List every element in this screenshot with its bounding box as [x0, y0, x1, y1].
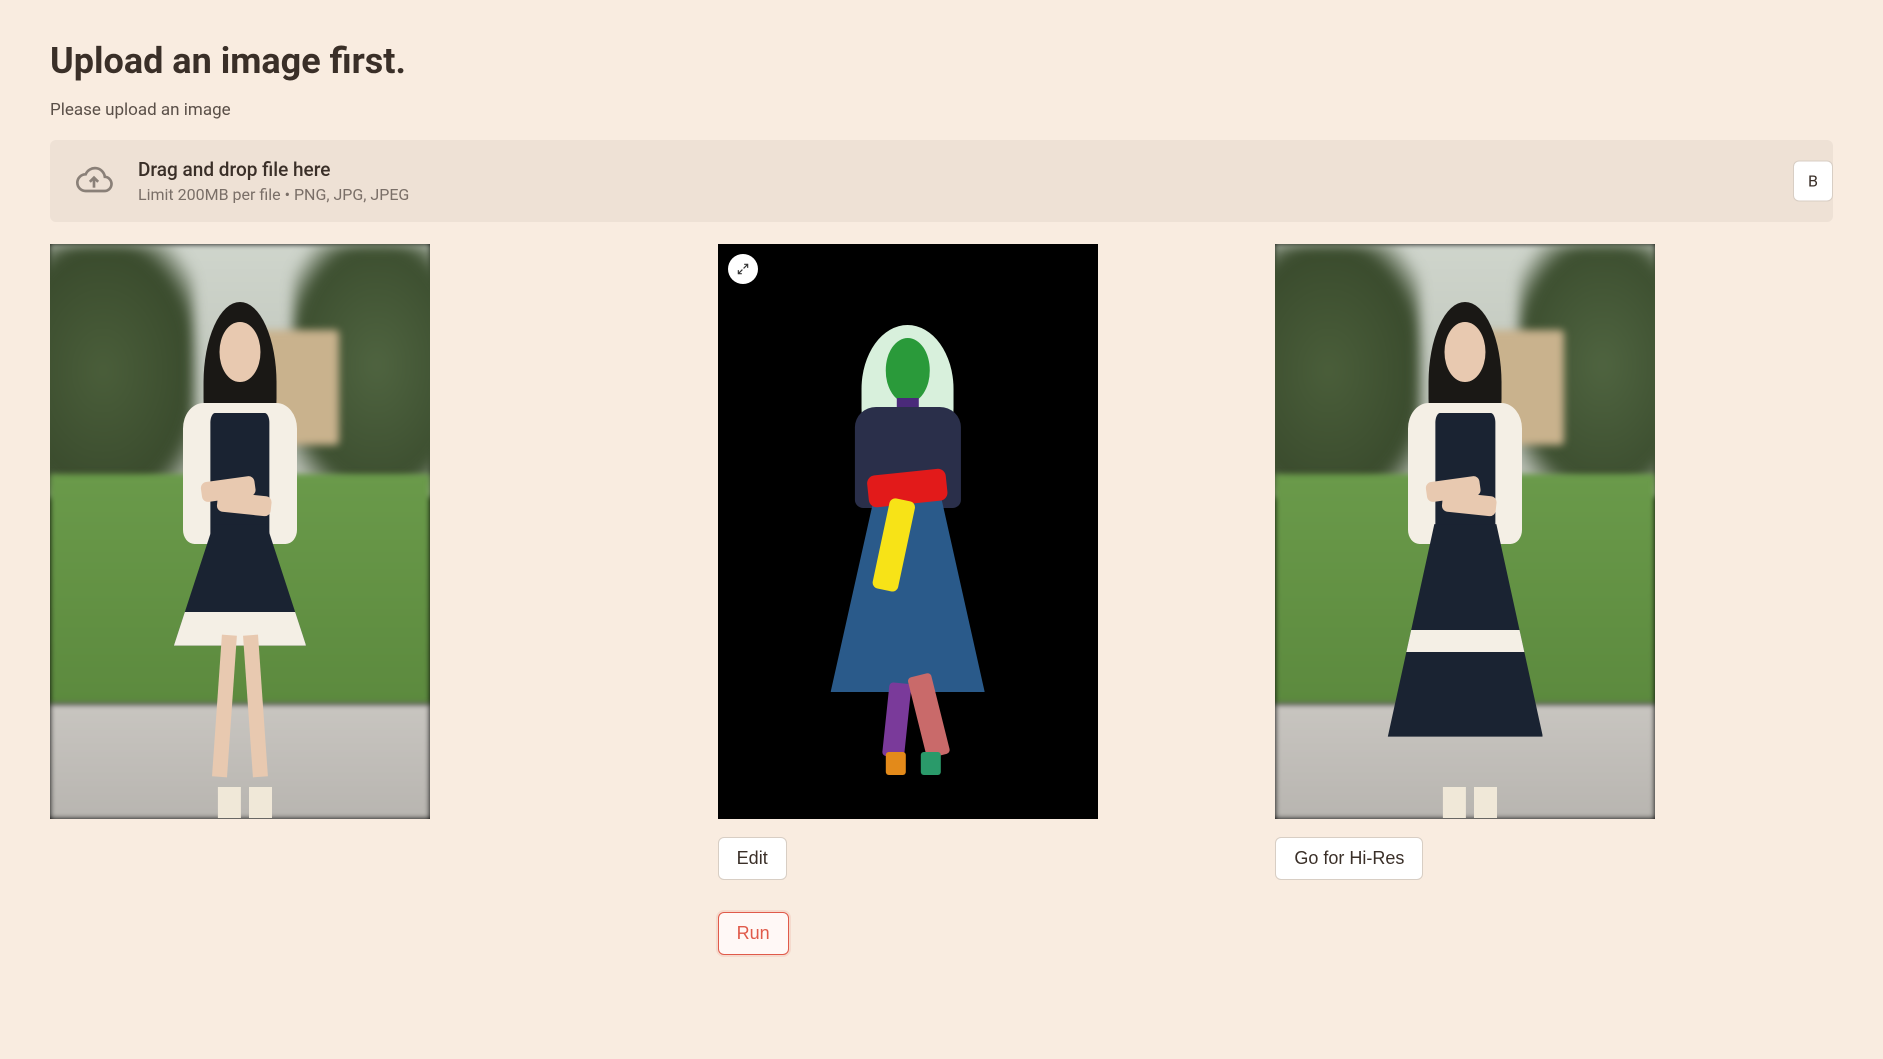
- result-column: Go for Hi-Res: [1275, 244, 1833, 880]
- page-subtitle: Please upload an image: [50, 100, 1833, 120]
- go-for-hires-button[interactable]: Go for Hi-Res: [1275, 837, 1423, 880]
- page-title: Upload an image first.: [50, 40, 1833, 82]
- image-columns: Edit Run: [50, 244, 1833, 955]
- original-column: [50, 244, 608, 819]
- cloud-upload-icon: [72, 159, 116, 203]
- original-image[interactable]: [50, 244, 430, 819]
- fullscreen-icon[interactable]: [728, 254, 758, 284]
- run-button[interactable]: Run: [718, 912, 789, 955]
- edit-button[interactable]: Edit: [718, 837, 787, 880]
- dropzone-limits: Limit 200MB per file • PNG, JPG, JPEG: [138, 185, 409, 204]
- browse-files-button[interactable]: B: [1793, 161, 1833, 202]
- result-image[interactable]: [1275, 244, 1655, 819]
- segmentation-image[interactable]: [718, 244, 1098, 819]
- segmentation-column: Edit Run: [608, 244, 1276, 955]
- dropzone-title: Drag and drop file here: [138, 158, 409, 181]
- file-dropzone[interactable]: Drag and drop file here Limit 200MB per …: [50, 140, 1833, 222]
